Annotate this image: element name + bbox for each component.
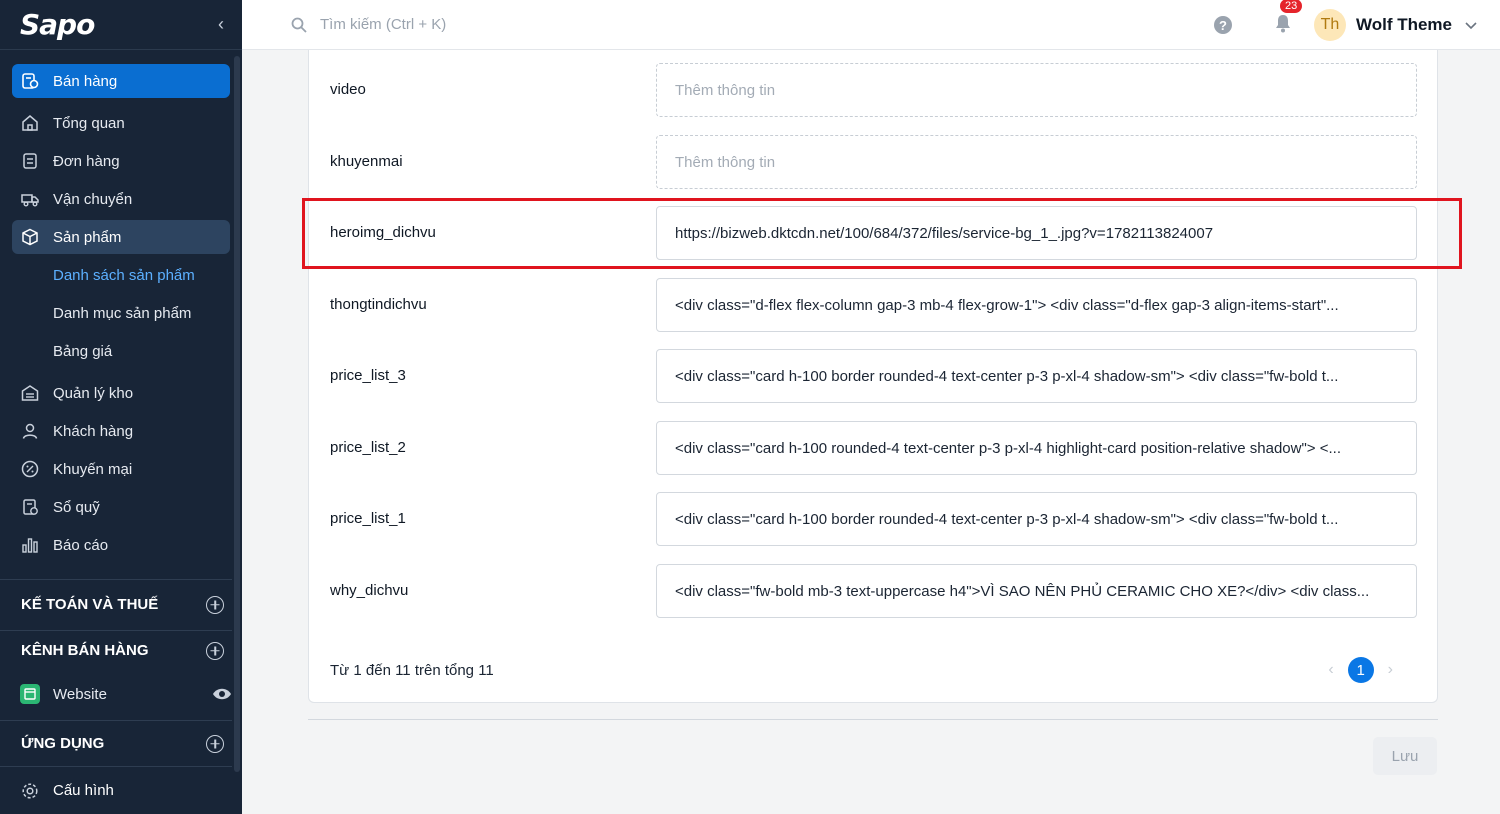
section-ung-dung[interactable]: ỨNG DỤNG xyxy=(0,720,232,766)
sidebar-subitem-danh-muc-san-pham[interactable]: Danh mục sản phẩm xyxy=(12,296,230,330)
field-key: why_dichvu xyxy=(330,581,409,599)
divider xyxy=(308,719,1438,720)
field-row: price_list_1 <div class="card h-100 bord… xyxy=(309,490,1439,546)
field-row: price_list_3 <div class="card h-100 bord… xyxy=(309,347,1439,403)
field-row: why_dichvu <div class="fw-bold mb-3 text… xyxy=(309,562,1439,618)
field-value-input[interactable]: Thêm thông tin xyxy=(656,135,1417,189)
bell-icon xyxy=(1275,14,1290,32)
sidebar: Sapo ‹ Bán hàng Tổng quan Đơn hàng Vận c… xyxy=(0,0,242,814)
field-key: price_list_3 xyxy=(330,366,406,384)
save-button[interactable]: Lưu xyxy=(1373,737,1437,775)
field-row: price_list_2 <div class="card h-100 roun… xyxy=(309,419,1439,475)
sidebar-item-label: Bán hàng xyxy=(53,72,118,90)
chevron-down-icon[interactable] xyxy=(1464,18,1478,32)
field-key: khuyenmai xyxy=(330,152,403,170)
chart-icon xyxy=(21,536,39,554)
order-icon xyxy=(21,152,39,170)
sidebar-item-website[interactable]: Website xyxy=(20,680,232,708)
field-key: price_list_1 xyxy=(330,509,406,527)
field-value-input[interactable]: Thêm thông tin xyxy=(656,63,1417,117)
help-icon[interactable]: ? xyxy=(1213,16,1232,34)
cashbook-icon xyxy=(21,498,39,516)
box-icon xyxy=(21,228,39,246)
field-value-input[interactable]: <div class="card h-100 border rounded-4 … xyxy=(656,349,1417,403)
sidebar-item-label: Vận chuyển xyxy=(53,190,133,208)
user-icon xyxy=(21,422,39,440)
pagination-summary: Từ 1 đến 11 trên tổng 11 xyxy=(330,662,494,679)
sidebar-header: Sapo ‹ xyxy=(0,0,242,50)
field-row: khuyenmai Thêm thông tin xyxy=(309,133,1439,189)
gear-icon xyxy=(21,782,39,800)
prev-page-icon[interactable]: ‹ xyxy=(1328,661,1333,679)
notifications-button[interactable]: 23 xyxy=(1274,0,1303,38)
sidebar-subitem-danh-sach-san-pham[interactable]: Danh sách sản phẩm xyxy=(12,258,230,292)
sidebar-item-don-hang[interactable]: Đơn hàng xyxy=(12,144,230,178)
discount-icon xyxy=(21,460,39,478)
sidebar-item-quan-ly-kho[interactable]: Quản lý kho xyxy=(12,376,230,410)
highlight-box xyxy=(302,198,1462,269)
header-actions: ? 23 Th Wolf Theme xyxy=(1213,0,1478,50)
field-row: thongtindichvu <div class="d-flex flex-c… xyxy=(309,276,1439,332)
sidebar-item-so-quy[interactable]: Sổ quỹ xyxy=(12,490,230,524)
sapo-logo[interactable]: Sapo xyxy=(20,8,95,41)
field-key: price_list_2 xyxy=(330,438,406,456)
section-kenh-ban-hang[interactable]: KÊNH BÁN HÀNG xyxy=(0,630,232,670)
pos-icon xyxy=(21,72,39,90)
sidebar-item-van-chuyen[interactable]: Vận chuyển xyxy=(12,182,230,216)
pagination: ‹ 1 › xyxy=(1314,657,1407,683)
field-value-input[interactable]: <div class="fw-bold mb-3 text-uppercase … xyxy=(656,564,1417,618)
sidebar-item-san-pham[interactable]: Sản phẩm xyxy=(12,220,230,254)
sidebar-item-khach-hang[interactable]: Khách hàng xyxy=(12,414,230,448)
next-page-icon[interactable]: › xyxy=(1388,661,1393,679)
avatar[interactable]: Th xyxy=(1313,9,1346,41)
warehouse-icon xyxy=(21,384,39,402)
collapse-sidebar-icon[interactable]: ‹ xyxy=(218,14,224,35)
sidebar-item-ban-hang[interactable]: Bán hàng xyxy=(12,64,230,98)
topbar: Tìm kiếm (Ctrl + K) ? 23 Th Wolf Theme xyxy=(242,0,1500,50)
add-icon[interactable] xyxy=(206,734,224,753)
sidebar-item-label: Đơn hàng xyxy=(53,152,120,170)
field-value-input[interactable]: <div class="card h-100 border rounded-4 … xyxy=(656,492,1417,546)
sidebar-item-cau-hinh[interactable]: Cấu hình xyxy=(0,766,232,814)
sidebar-item-bao-cao[interactable]: Báo cáo xyxy=(12,528,230,562)
search-bar[interactable]: Tìm kiếm (Ctrl + K) xyxy=(290,16,446,34)
section-title: KẾ TOÁN VÀ THUẾ xyxy=(21,596,159,613)
sidebar-scrollbar[interactable] xyxy=(234,56,240,772)
sidebar-item-tong-quan[interactable]: Tổng quan xyxy=(12,106,230,140)
field-key: thongtindichvu xyxy=(330,295,427,313)
sidebar-item-label: Sản phẩm xyxy=(53,228,122,246)
search-icon xyxy=(291,17,307,33)
add-icon[interactable] xyxy=(206,595,224,614)
notification-badge: 23 xyxy=(1279,0,1303,13)
sidebar-item-label: Báo cáo xyxy=(53,536,109,554)
page-button[interactable]: 1 xyxy=(1347,657,1374,683)
settings-label: Cấu hình xyxy=(53,782,114,799)
website-label: Website xyxy=(53,685,107,703)
sidebar-nav: Bán hàng Tổng quan Đơn hàng Vận chuyển S… xyxy=(12,64,230,566)
search-input[interactable]: Tìm kiếm (Ctrl + K) xyxy=(320,16,446,33)
field-row: video Thêm thông tin xyxy=(309,61,1439,117)
section-title: KÊNH BÁN HÀNG xyxy=(21,642,149,659)
user-name[interactable]: Wolf Theme xyxy=(1356,15,1452,35)
add-icon[interactable] xyxy=(206,641,224,660)
metafields-card: video Thêm thông tin khuyenmai Thêm thôn… xyxy=(308,50,1438,703)
sidebar-subitem-bang-gia[interactable]: Bảng giá xyxy=(12,334,230,368)
sidebar-item-label: Sổ quỹ xyxy=(53,498,100,516)
eye-icon[interactable] xyxy=(212,685,232,707)
website-icon xyxy=(20,684,40,704)
sidebar-item-label: Khách hàng xyxy=(53,422,134,440)
home-icon xyxy=(21,114,39,132)
sidebar-item-label: Tổng quan xyxy=(53,114,125,132)
field-value-input[interactable]: <div class="card h-100 rounded-4 text-ce… xyxy=(656,421,1417,475)
sidebar-item-label: Khuyến mại xyxy=(53,460,133,478)
sidebar-item-khuyen-mai[interactable]: Khuyến mại xyxy=(12,452,230,486)
section-title: ỨNG DỤNG xyxy=(21,735,105,752)
section-ke-toan[interactable]: KẾ TOÁN VÀ THUẾ xyxy=(0,579,232,629)
sidebar-item-label: Quản lý kho xyxy=(53,384,134,402)
truck-icon xyxy=(21,190,39,208)
field-key: video xyxy=(330,80,366,98)
field-value-input[interactable]: <div class="d-flex flex-column gap-3 mb-… xyxy=(656,278,1417,332)
